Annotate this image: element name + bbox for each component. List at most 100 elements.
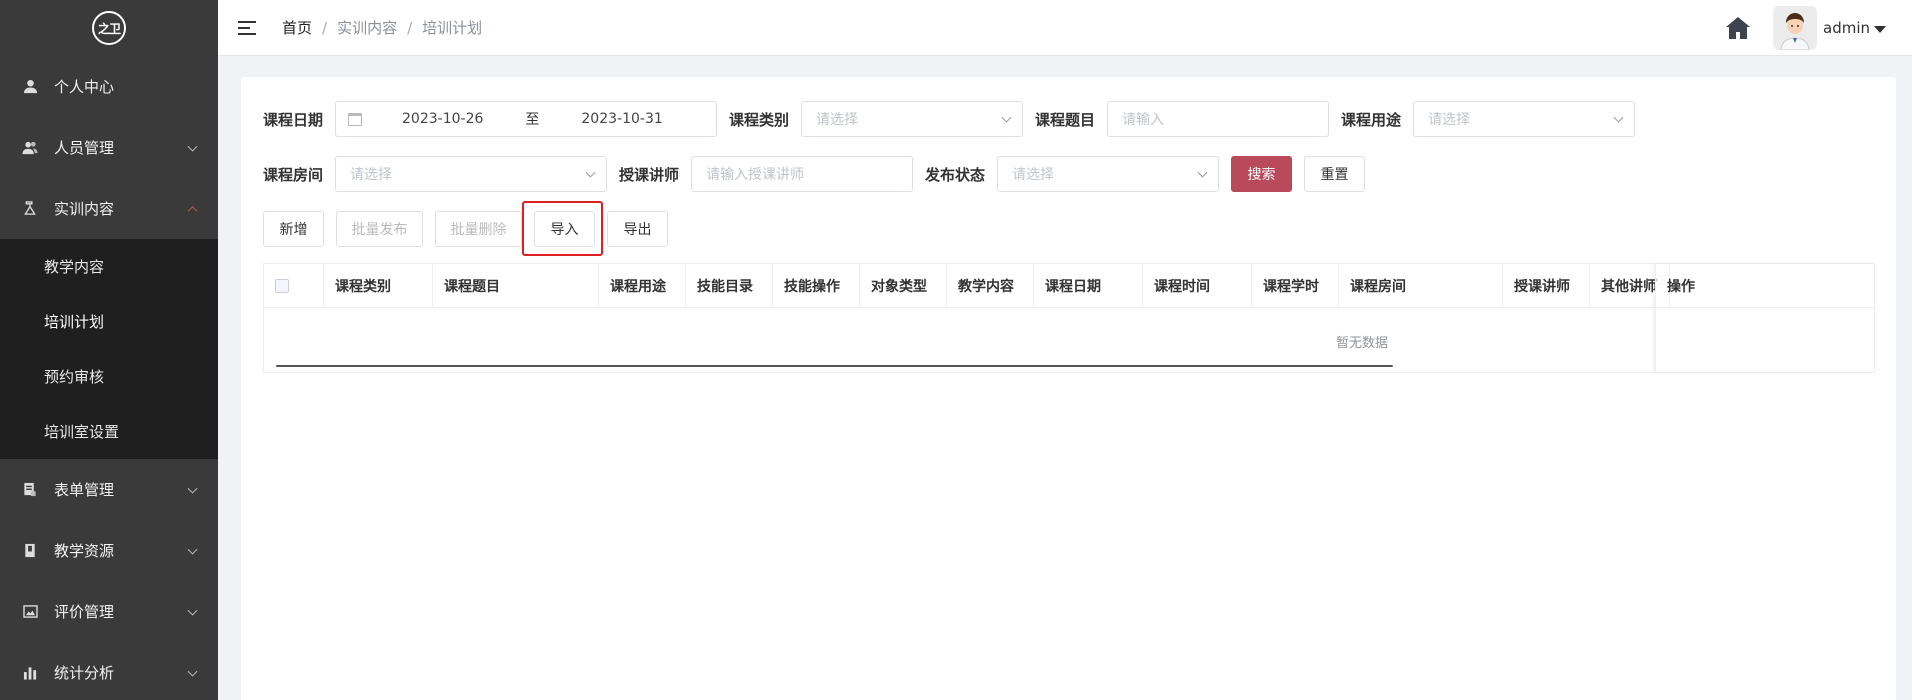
filter-row-1: 课程日期 2023-10-26 至 2023-10-31 课程类别 请选择 课程…: [263, 101, 1636, 137]
course-use-placeholder: 请选择: [1428, 112, 1471, 128]
breadcrumb: 首页 / 实训内容 / 培训计划: [282, 17, 482, 38]
batch-delete-button[interactable]: 批量删除: [435, 211, 522, 247]
sidebar-subitem-training-plan[interactable]: 培训计划: [0, 294, 218, 349]
course-date-label: 课程日期: [263, 110, 324, 129]
export-button[interactable]: 导出: [607, 211, 668, 247]
course-date-range-picker[interactable]: 2023-10-26 至 2023-10-31: [335, 101, 718, 137]
submenu-training-content: 教学内容 培训计划 预约审核 培训室设置: [0, 239, 218, 459]
col-actions: 操作: [1656, 264, 1875, 308]
col-course-hours[interactable]: 课程学时: [1252, 264, 1339, 308]
chevron-down-icon: [187, 141, 198, 152]
teacher-input[interactable]: 请输入授课讲师: [691, 156, 914, 192]
course-room-select[interactable]: 请选择: [335, 156, 608, 192]
users-icon: [22, 140, 38, 156]
sidebar-subitem-teaching-content[interactable]: 教学内容: [0, 239, 218, 294]
sidebar-item-label: 表单管理: [54, 481, 115, 499]
username[interactable]: admin: [1823, 19, 1870, 37]
main-card: 课程日期 2023-10-26 至 2023-10-31 课程类别 请选择 课程…: [241, 77, 1896, 700]
sidebar-item-forms[interactable]: 表单管理: [0, 459, 218, 520]
sidebar-item-profile[interactable]: 个人中心: [0, 56, 218, 117]
course-topic-input[interactable]: 请输入: [1107, 101, 1330, 137]
sidebar-item-label: 实训内容: [54, 200, 115, 218]
sidebar-item-label: 教学资源: [54, 542, 115, 560]
col-target-type[interactable]: 对象类型: [860, 264, 947, 308]
date-start[interactable]: 2023-10-26: [402, 111, 483, 127]
course-topic-label: 课程题目: [1035, 110, 1096, 129]
chevron-down-icon: [187, 483, 198, 494]
avatar[interactable]: [1773, 6, 1817, 50]
sidebar-item-label: 评价管理: [54, 603, 115, 621]
breadcrumb-training-plan: 培训计划: [422, 19, 483, 37]
teacher-label: 授课讲师: [619, 165, 680, 184]
caret-down-icon[interactable]: [1874, 25, 1886, 33]
menu-toggle-icon[interactable]: [238, 20, 256, 36]
chevron-down-icon: [1613, 112, 1624, 123]
publish-status-label: 发布状态: [925, 165, 986, 184]
course-type-select[interactable]: 请选择: [801, 101, 1024, 137]
chevron-down-icon: [1001, 112, 1012, 123]
action-toolbar: 新增 批量发布 批量删除 导入 导出: [263, 211, 668, 247]
top-header: 首页 / 实训内容 / 培训计划 admin: [218, 0, 1912, 56]
sidebar-item-teaching-resources[interactable]: 教学资源: [0, 520, 218, 581]
course-type-label: 课程类别: [729, 110, 790, 129]
search-button[interactable]: 搜索: [1231, 156, 1293, 192]
col-teaching-content[interactable]: 教学内容: [947, 264, 1034, 308]
course-use-label: 课程用途: [1341, 110, 1402, 129]
reset-button[interactable]: 重置: [1304, 156, 1366, 192]
sidebar-item-label: 个人中心: [54, 78, 115, 96]
col-course-use[interactable]: 课程用途: [599, 264, 686, 308]
bar-chart-icon: [22, 665, 38, 681]
course-room-label: 课程房间: [263, 165, 324, 184]
col-course-type[interactable]: 课程类别: [324, 264, 433, 308]
training-plan-table: 课程类别 课程题目 课程用途 技能目录 技能操作 对象类型 教学内容 课程日期 …: [263, 263, 1875, 373]
sidebar-item-label: 统计分析: [54, 664, 115, 682]
course-use-select[interactable]: 请选择: [1413, 101, 1636, 137]
chevron-down-icon: [1197, 167, 1208, 178]
chevron-down-icon: [585, 167, 596, 178]
form-icon: [22, 482, 38, 498]
publish-status-select[interactable]: 请选择: [997, 156, 1220, 192]
col-skill-operation[interactable]: 技能操作: [773, 264, 860, 308]
batch-publish-button[interactable]: 批量发布: [336, 211, 423, 247]
sidebar-item-training-content[interactable]: 实训内容: [0, 178, 218, 239]
publish-status-placeholder: 请选择: [1012, 167, 1055, 183]
home-icon[interactable]: [1725, 16, 1751, 40]
course-topic-placeholder: 请输入: [1122, 112, 1165, 128]
col-course-topic[interactable]: 课程题目: [433, 264, 599, 308]
breadcrumb-separator: /: [322, 18, 328, 37]
col-course-room[interactable]: 课程房间: [1339, 264, 1503, 308]
chevron-down-icon: [187, 544, 198, 555]
flask-icon: [22, 201, 38, 217]
breadcrumb-home[interactable]: 首页: [282, 17, 312, 38]
teacher-placeholder: 请输入授课讲师: [706, 167, 805, 183]
add-button[interactable]: 新增: [263, 211, 324, 247]
sidebar-item-label: 人员管理: [54, 139, 115, 157]
chevron-down-icon: [187, 666, 198, 677]
breadcrumb-separator: /: [407, 18, 413, 37]
col-teacher[interactable]: 授课讲师: [1503, 264, 1590, 308]
col-course-time[interactable]: 课程时间: [1143, 264, 1252, 308]
sidebar-subitem-booking-review[interactable]: 预约审核: [0, 349, 218, 404]
user-icon: [22, 79, 38, 95]
chevron-down-icon: [187, 605, 198, 616]
filter-row-2: 课程房间 请选择 授课讲师 请输入授课讲师 发布状态 请选择 搜索 重置: [263, 156, 1366, 192]
logo-icon: 之卫: [92, 11, 126, 45]
col-course-date[interactable]: 课程日期: [1034, 264, 1143, 308]
course-room-placeholder: 请选择: [350, 167, 393, 183]
logo: 之卫: [0, 0, 218, 56]
horizontal-scrollbar[interactable]: [276, 365, 1393, 367]
chevron-up-icon: [187, 205, 198, 216]
col-skill-catalog[interactable]: 技能目录: [686, 264, 773, 308]
import-button[interactable]: 导入: [534, 211, 595, 247]
select-all-checkbox[interactable]: [275, 279, 289, 293]
date-end[interactable]: 2023-10-31: [581, 111, 662, 127]
breadcrumb-training-content[interactable]: 实训内容: [337, 17, 397, 38]
sidebar-item-evaluation[interactable]: 评价管理: [0, 581, 218, 642]
sidebar-item-statistics[interactable]: 统计分析: [0, 642, 218, 700]
image-icon: [22, 604, 38, 620]
sidebar-subitem-room-settings[interactable]: 培训室设置: [0, 404, 218, 459]
course-type-placeholder: 请选择: [816, 112, 859, 128]
select-all-cell: [264, 264, 324, 308]
sidebar-item-personnel[interactable]: 人员管理: [0, 117, 218, 178]
fixed-action-column: 操作: [1655, 264, 1875, 372]
